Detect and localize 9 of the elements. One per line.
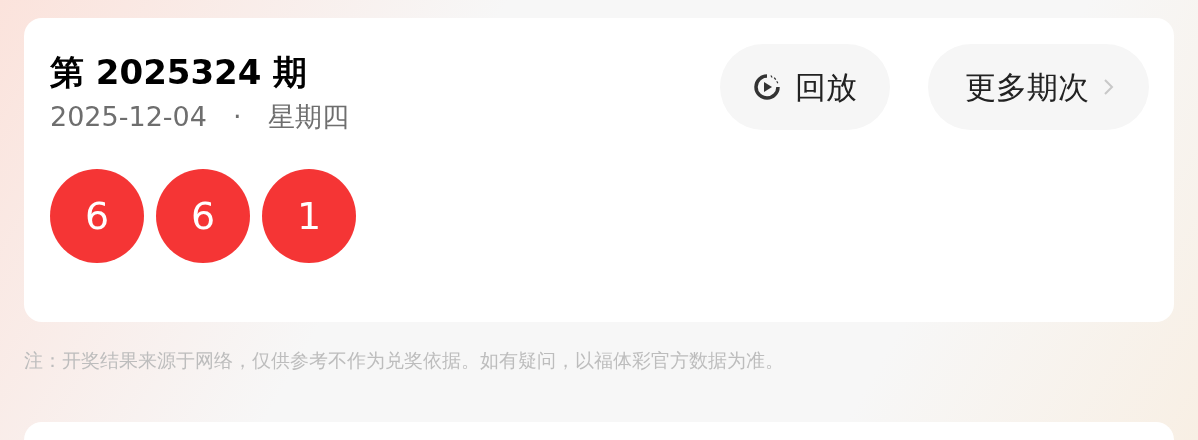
replay-icon [753,73,781,101]
draw-title: 第 2025324 期 [50,51,309,94]
separator-dot: · [232,100,242,134]
disclaimer-note: 注：开奖结果来源于网络，仅供参考不作为兑奖依据。如有疑问，以福体彩官方数据为准。 [24,348,785,373]
replay-button[interactable]: 回放 [720,44,890,130]
draw-date: 2025-12-04 [50,100,207,134]
chevron-right-icon [1103,77,1115,97]
draw-weekday: 星期四 [267,100,349,134]
more-draws-button[interactable]: 更多期次 [928,44,1149,130]
